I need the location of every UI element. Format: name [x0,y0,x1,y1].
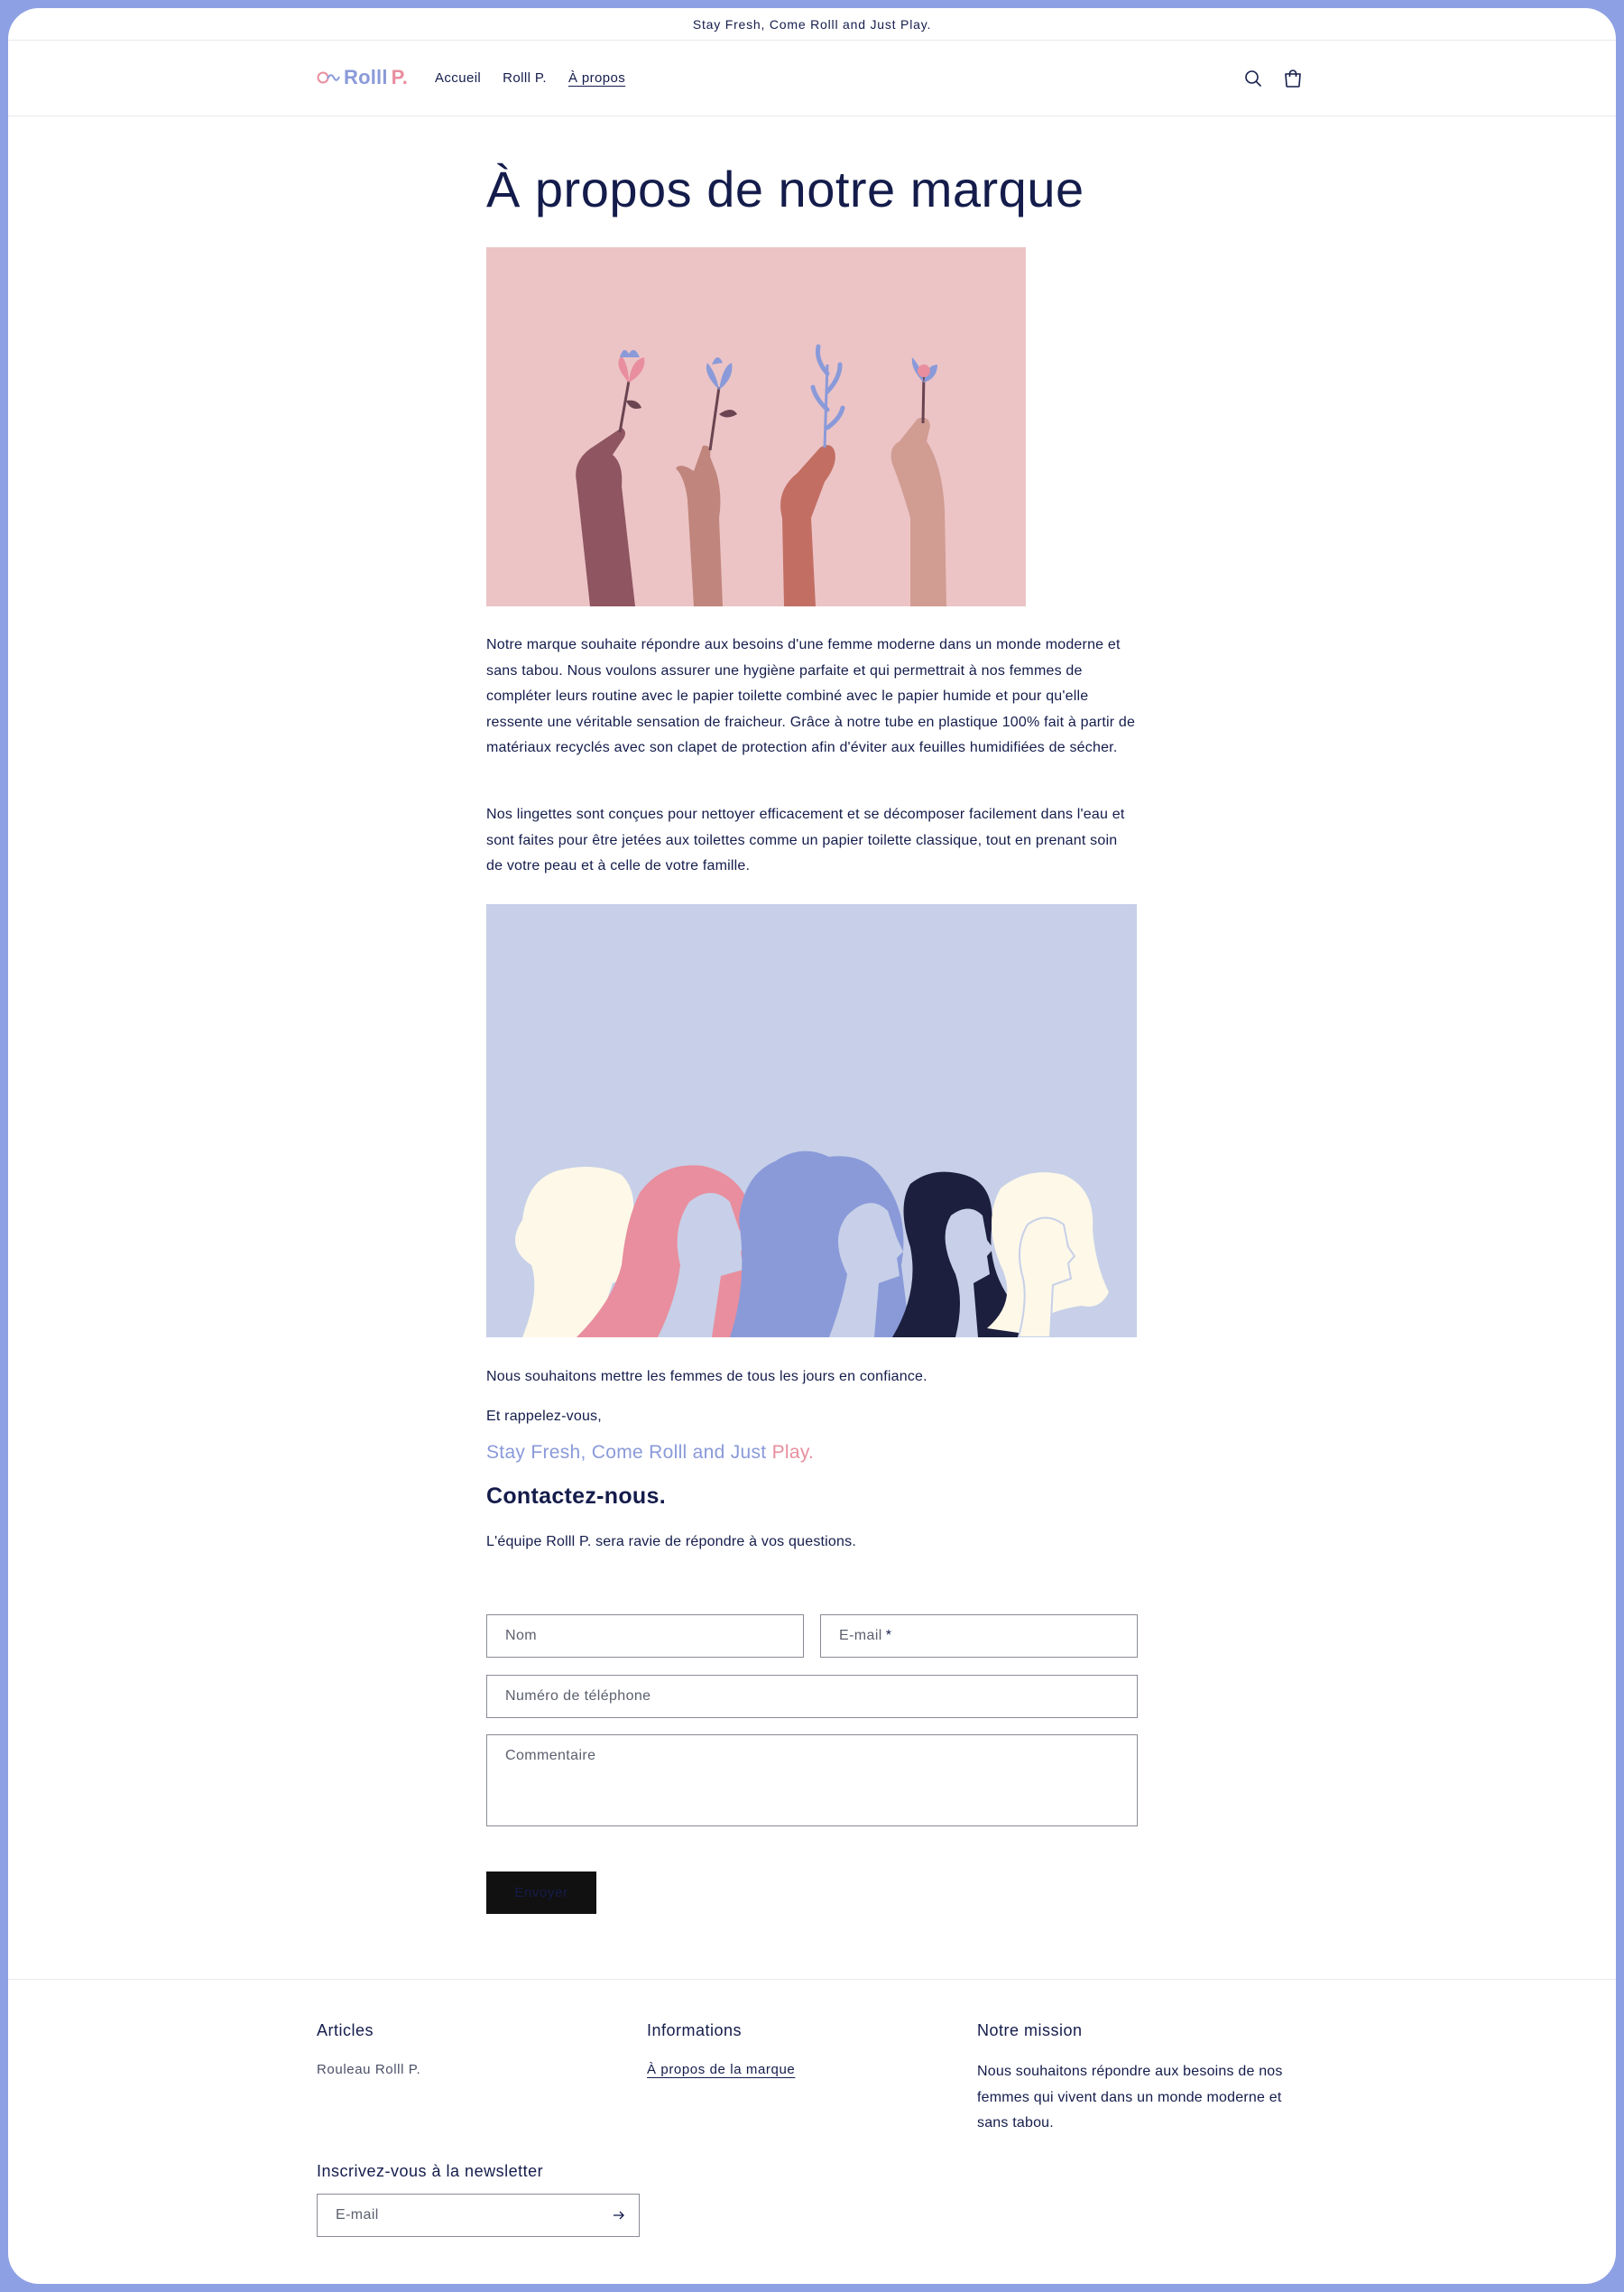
footer-articles: Articles Rouleau Rolll P. [317,2021,420,2077]
main-content: À propos de notre marque Notre marque so… [486,116,1138,1914]
comment-placeholder: Commentaire [505,1748,596,1763]
name-field[interactable]: Nom [486,1614,804,1658]
main-nav: Accueil Rolll P. À propos [435,70,625,86]
email-field[interactable]: E-mail * [820,1614,1138,1658]
cart-icon [1285,69,1301,88]
comment-field[interactable]: Commentaire [486,1734,1138,1826]
about-paragraph-4: Et rappelez-vous, [486,1409,602,1424]
required-marker: * [885,1628,892,1643]
phone-field[interactable]: Numéro de téléphone [486,1675,1138,1718]
page-title: À propos de notre marque [486,161,1084,217]
about-paragraph-3: Nous souhaitons mettre les femmes de tou… [486,1369,927,1384]
newsletter-title: Inscrivez-vous à la newsletter [317,2162,544,2180]
logo-text-p: P. [391,66,409,88]
newsletter-email-input[interactable]: E-mail [317,2194,640,2237]
footer-mission-text: Nous souhaitons répondre aux besoins de … [977,2064,1283,2131]
site-header: Rolll P. Accueil Rolll P. À propos [8,41,1616,116]
nav-rolll-p[interactable]: Rolll P. [503,70,547,86]
contact-subtitle: L'équipe Rolll P. sera ravie de répondre… [486,1534,856,1549]
newsletter: Inscrivez-vous à la newsletter E-mail [317,2162,640,2237]
logo[interactable]: Rolll P. [317,66,408,89]
slogan-part-1: Stay Fresh, Come Rolll and Just [486,1442,772,1463]
slogan: Stay Fresh, Come Rolll and Just Play. [486,1442,814,1464]
footer-informations: Informations À propos de la marque [647,2021,795,2077]
page-frame: Stay Fresh, Come Rolll and Just Play. Ro… [8,8,1616,2284]
submit-label: Envoyer [514,1885,568,1900]
footer-about-link[interactable]: À propos de la marque [647,2062,795,2077]
about-paragraph-1: Notre marque souhaite répondre aux besoi… [486,637,1136,756]
women-silhouettes-illustration [486,904,1137,1337]
logo-text-rolll: Rolll [344,66,388,88]
arrow-right-icon[interactable] [612,2208,626,2223]
name-placeholder: Nom [505,1628,537,1643]
slogan-part-2: Play. [771,1442,815,1463]
nav-a-propos[interactable]: À propos [568,70,625,86]
about-paragraph-2: Nos lingettes sont conçues pour nettoyer… [486,807,1125,874]
nav-accueil[interactable]: Accueil [435,70,481,86]
site-footer: Articles Rouleau Rolll P. Informations À… [8,1979,1616,2284]
hands-flowers-illustration [486,247,1026,606]
logo-icon [317,71,340,84]
email-placeholder: E-mail [839,1628,882,1643]
announcement-text: Stay Fresh, Come Rolll and Just Play. [692,16,932,32]
newsletter-placeholder: E-mail [336,2207,379,2223]
cart-button[interactable] [1280,66,1306,91]
contact-title: Contactez-nous. [486,1483,666,1509]
search-icon [1245,70,1262,88]
footer-informations-title: Informations [647,2021,743,2039]
footer-article-item[interactable]: Rouleau Rolll P. [317,2062,420,2077]
footer-mission-title: Notre mission [977,2021,1083,2039]
search-button[interactable] [1241,66,1266,91]
footer-articles-title: Articles [317,2021,374,2039]
phone-placeholder: Numéro de téléphone [505,1688,651,1704]
submit-button[interactable]: Envoyer [486,1871,596,1914]
announcement-bar: Stay Fresh, Come Rolll and Just Play. [8,8,1616,41]
footer-mission: Notre mission Nous souhaitons répondre a… [977,2021,1302,2137]
